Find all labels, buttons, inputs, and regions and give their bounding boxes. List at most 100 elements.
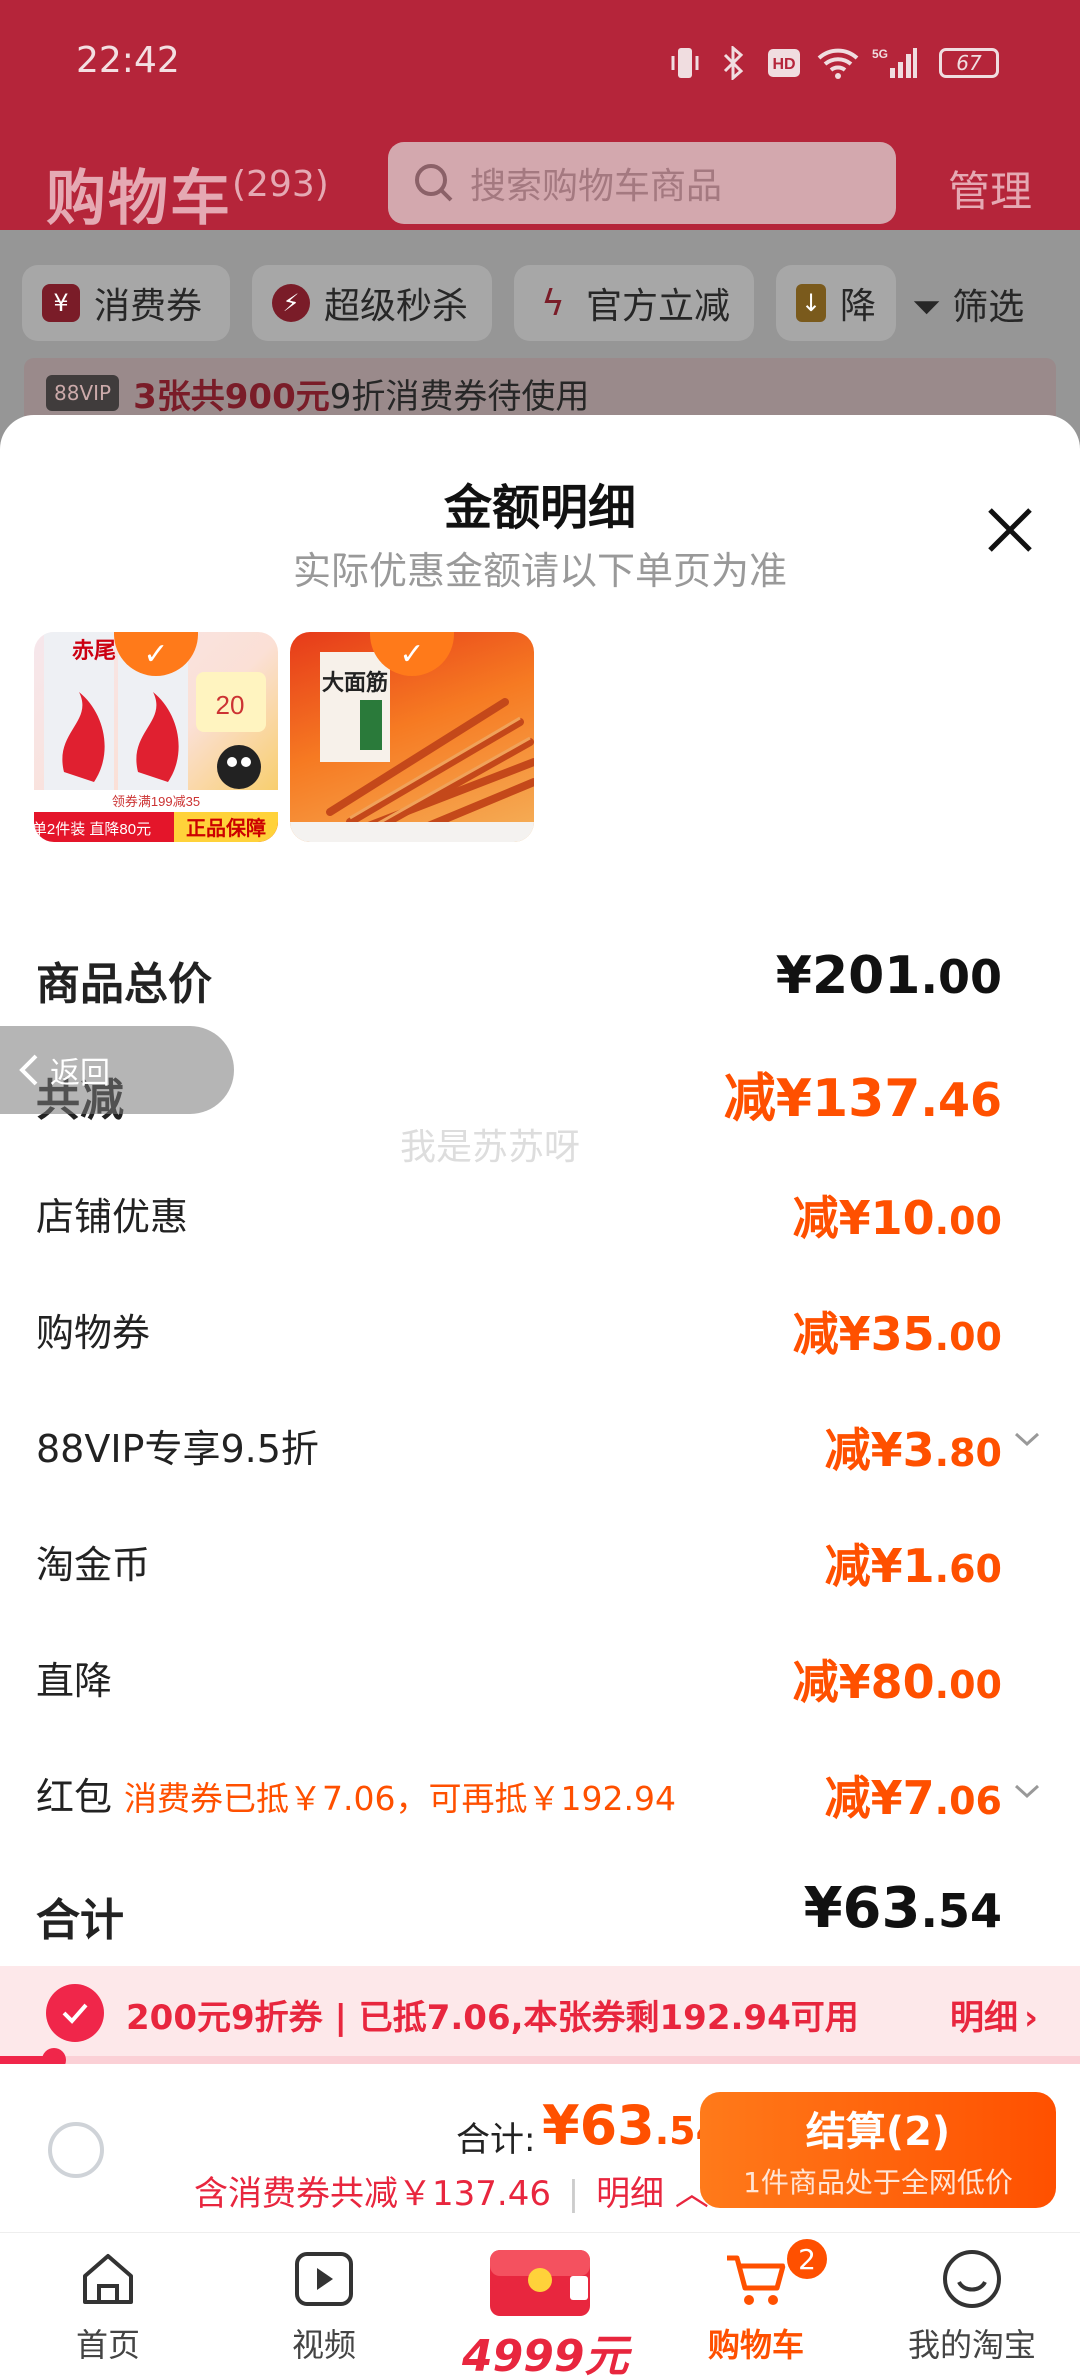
row-value-vip-discount[interactable]: 减¥3.80 [825, 1414, 1002, 1480]
cart-badge: 2 [784, 2236, 830, 2282]
row-label-shopping-coupon: 购物券 [36, 1311, 151, 1355]
tab-label: 我的淘宝 [907, 2326, 1036, 2364]
vip-highlight: 3张共900元 [133, 376, 330, 417]
checkout-button-label: 结算(2) [805, 2109, 951, 2155]
checkout-total-label: 合计: [456, 2120, 536, 2160]
row-label-gold-coin: 淘金币 [36, 1543, 151, 1587]
row-value-shop-discount: 减¥10.00 [793, 1182, 1002, 1248]
chip-coupon[interactable]: ¥ 消费券 [22, 265, 230, 341]
value-dec: .00 [934, 1663, 1002, 1707]
filter-icon: ⏷ [912, 287, 941, 328]
cart-count: (293) [232, 164, 329, 205]
coupon-progress-track [0, 2056, 1080, 2064]
product-badge: 领券满199减35 [112, 794, 200, 809]
gift-box-icon [490, 2250, 590, 2316]
tab-label: 首页 [75, 2326, 140, 2364]
discount-text: 含消费券共减￥137.46 [194, 2174, 551, 2214]
chip-price-drop[interactable]: ↓ 降 [776, 265, 896, 341]
value-dec: .80 [934, 1431, 1002, 1475]
checkout-discount-line[interactable]: 含消费券共减￥137.46 | 明细 ︿ [194, 2166, 709, 2215]
chip-label: 降 [839, 286, 876, 327]
arrow-down-icon: ↓ [796, 284, 826, 322]
search-placeholder: 搜索购物车商品 [470, 166, 723, 207]
chevron-right-icon: › [1024, 1998, 1039, 2038]
coupon-icon: ¥ [42, 284, 80, 322]
back-button[interactable]: 返回 [0, 1026, 234, 1114]
manage-button[interactable]: 管理 [948, 158, 1032, 219]
status-time: 22:42 [76, 40, 180, 81]
close-button[interactable] [980, 500, 1040, 560]
search-icon [415, 164, 453, 202]
bolt-icon: ϟ [541, 282, 565, 324]
divider: | [567, 2174, 580, 2214]
value-int: 减¥80 [792, 1655, 935, 1709]
value-dec: .06 [934, 1779, 1002, 1823]
chevron-down-icon[interactable] [1012, 1776, 1042, 1806]
coupon-detail-link[interactable]: 明细 › [950, 1990, 1038, 2039]
row-value-total-price: ¥201.00 [776, 938, 1002, 1008]
checkout-button[interactable]: 结算(2) 1件商品处于全网低价 [700, 2092, 1056, 2208]
row-label-shop-discount: 店铺优惠 [36, 1195, 189, 1239]
home-icon [83, 2254, 133, 2304]
chip-label: 超级秒杀 [324, 286, 469, 327]
chip-flash-sale[interactable]: ⚡ 超级秒杀 [252, 265, 492, 341]
chip-label: 官方立减 [586, 286, 731, 327]
red-packet-label: 红包 [36, 1775, 113, 1819]
lightning-icon: ⚡ [272, 284, 310, 322]
chevron-left-icon [19, 1054, 38, 1086]
value-int: 减¥1 [824, 1539, 935, 1593]
row-value-direct-drop: 减¥80.00 [793, 1646, 1002, 1712]
row-value-red-packet[interactable]: 减¥7.06 [825, 1762, 1002, 1828]
row-value-grand-total: ¥63.54 [804, 1876, 1002, 1941]
tab-home[interactable]: 首页 [38, 2244, 178, 2372]
checkout-total-value: ¥63.54 [542, 2094, 722, 2157]
red-packet-note: 消费券已抵￥7.06，可再抵￥192.94 [124, 1779, 676, 1818]
watermark: 我是苏苏呀 [400, 1127, 581, 1168]
vip-tag: 88VIP [46, 375, 120, 411]
vibrate-icon [668, 46, 702, 80]
sheet-subtitle: 实际优惠金额请以下单页为准 [292, 549, 787, 593]
row-label-vip-discount: 88VIP专享9.5折 [36, 1427, 319, 1471]
tab-video[interactable]: 视频 [254, 2244, 394, 2372]
cart-icon [727, 2255, 786, 2305]
value-int: 减¥7 [824, 1771, 935, 1825]
svg-text:HD: HD [772, 56, 795, 73]
vip-text: 9折消费券待使用 [329, 376, 590, 417]
checkout-button-sub: 1件商品处于全网低价 [743, 2166, 1013, 2199]
filter-button[interactable]: ⏷ 筛选 [912, 278, 1024, 330]
value-dec: .54 [920, 1884, 1003, 1938]
wifi-icon [816, 46, 860, 80]
chip-label: 消费券 [94, 286, 203, 327]
smiley-icon [943, 2250, 1001, 2308]
chevron-down-icon[interactable] [1012, 1424, 1042, 1454]
coupon-text: 200元9折券 | 已抵7.06,本张券剩192.94可用 [126, 1998, 859, 2038]
select-all-checkbox[interactable] [48, 2122, 104, 2178]
hd-icon: HD [766, 46, 802, 80]
value-int: 减¥10 [792, 1191, 935, 1245]
row-label-red-packet: 红包 消费券已抵￥7.06，可再抵￥192.94 [36, 1766, 676, 1821]
value-int: ¥63 [803, 1876, 921, 1941]
battery-icon: 67 [936, 46, 1002, 80]
value-int: ¥201 [775, 946, 921, 1006]
battery-level: 67 [939, 48, 999, 78]
product-brand: 赤尾 [72, 638, 116, 663]
chip-official-discount[interactable]: ϟ 官方立减 [514, 265, 754, 341]
tab-my-taobao[interactable]: 我的淘宝 [902, 2244, 1042, 2372]
value-int: ¥63 [542, 2094, 655, 2157]
row-value-shopping-coupon: 减¥35.00 [793, 1298, 1002, 1364]
sheet-title: 金额明细 [443, 480, 636, 536]
signal-icon: 5G [872, 46, 918, 80]
network-label: 5G [872, 47, 888, 61]
row-value-gold-coin: 减¥1.60 [825, 1530, 1002, 1596]
back-label: 返回 [50, 1056, 110, 1091]
product-thumb-2[interactable]: 大面筋 ✓ [290, 632, 534, 842]
value-int: 减¥137 [723, 1069, 921, 1129]
product-thumb-1[interactable]: 20 赤尾 赤尾 领券满199减35 下单2件装 直降80元 正品保障 ✓ [34, 632, 278, 842]
search-input[interactable]: 搜索购物车商品 [388, 142, 896, 224]
row-label-total-price: 商品总价 [36, 959, 212, 1010]
value-dec: .60 [934, 1547, 1002, 1591]
status-bar: 22:42 HD 5G 67 [0, 0, 1080, 130]
coupon-check-icon[interactable] [46, 1984, 104, 2042]
value-int: 减¥3 [824, 1423, 935, 1477]
product-tag: 正品保障 [186, 816, 266, 840]
